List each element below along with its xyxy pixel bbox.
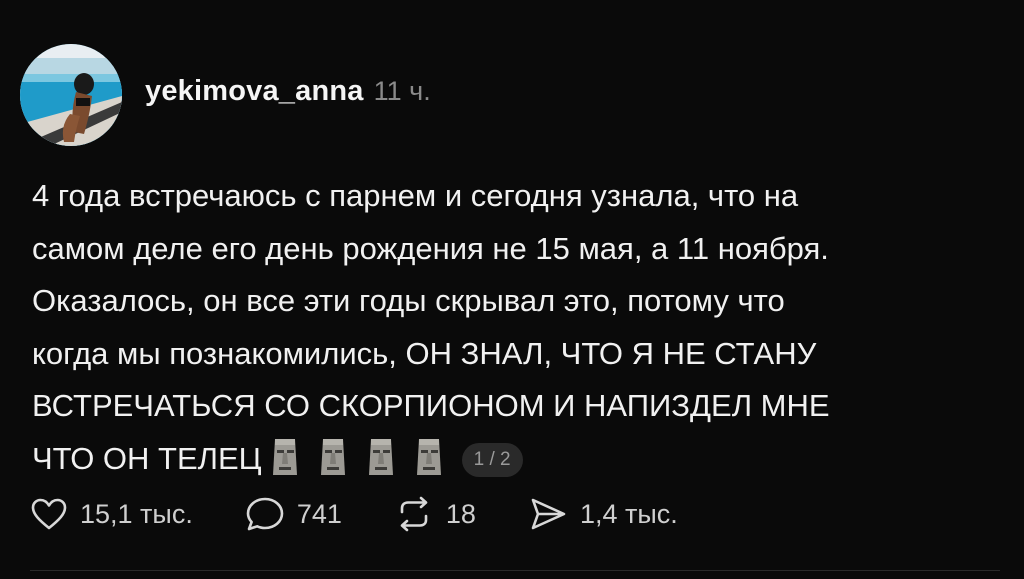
divider bbox=[30, 570, 1000, 571]
repost-icon bbox=[400, 496, 428, 532]
share-count: 1,4 тыс. bbox=[579, 498, 678, 529]
post-text-line: ВСТРЕЧАТЬСЯ СО СКОРПИОНОМ И НАПИЗДЕЛ МНЕ bbox=[32, 388, 830, 423]
page-indicator-badge: 1 / 2 bbox=[461, 443, 523, 478]
post-text-last-line: ЧТО ОН ТЕЛЕЦ 1 / 2 bbox=[32, 433, 992, 486]
share-button[interactable]: 1,4 тыс. bbox=[528, 496, 678, 532]
comment-icon bbox=[246, 497, 284, 531]
moai-icon bbox=[320, 438, 345, 475]
post-text: 4 года встречаюсь с парнем и сегодня узн… bbox=[32, 170, 992, 485]
moai-icon bbox=[416, 438, 441, 475]
emoji-row bbox=[268, 437, 446, 477]
timestamp: 11 ч. bbox=[373, 76, 431, 106]
avatar[interactable] bbox=[20, 44, 122, 146]
post-text-line: 4 года встречаюсь с парнем и сегодня узн… bbox=[32, 178, 799, 213]
reply-button[interactable]: 741 bbox=[245, 496, 342, 532]
avatar-photo bbox=[20, 44, 122, 146]
post-text-line: когда мы познакомились, ОН ЗНАЛ, ЧТО Я Н… bbox=[32, 335, 817, 371]
post-header: yekimova_anna 11 ч. bbox=[145, 75, 431, 115]
action-bar: 15,1 тыс. 741 18 1,4 тыс. bbox=[30, 496, 730, 532]
moai-icon bbox=[272, 438, 297, 475]
like-count: 15,1 тыс. bbox=[80, 498, 193, 529]
moai-icon bbox=[368, 438, 393, 475]
repost-button[interactable]: 18 bbox=[394, 496, 476, 532]
post-text-line: самом деле его день рождения не 15 мая, … bbox=[32, 230, 829, 266]
post-text-line: Оказалось, он все эти годы скрывал это, … bbox=[32, 283, 785, 318]
repost-count: 18 bbox=[445, 498, 476, 529]
reply-count: 741 bbox=[296, 498, 342, 529]
post-text-line: ЧТО ОН ТЕЛЕЦ bbox=[32, 440, 262, 476]
username[interactable]: yekimova_anna bbox=[145, 75, 364, 108]
send-icon bbox=[531, 498, 566, 530]
heart-icon bbox=[31, 498, 67, 530]
like-button[interactable]: 15,1 тыс. bbox=[30, 497, 193, 531]
